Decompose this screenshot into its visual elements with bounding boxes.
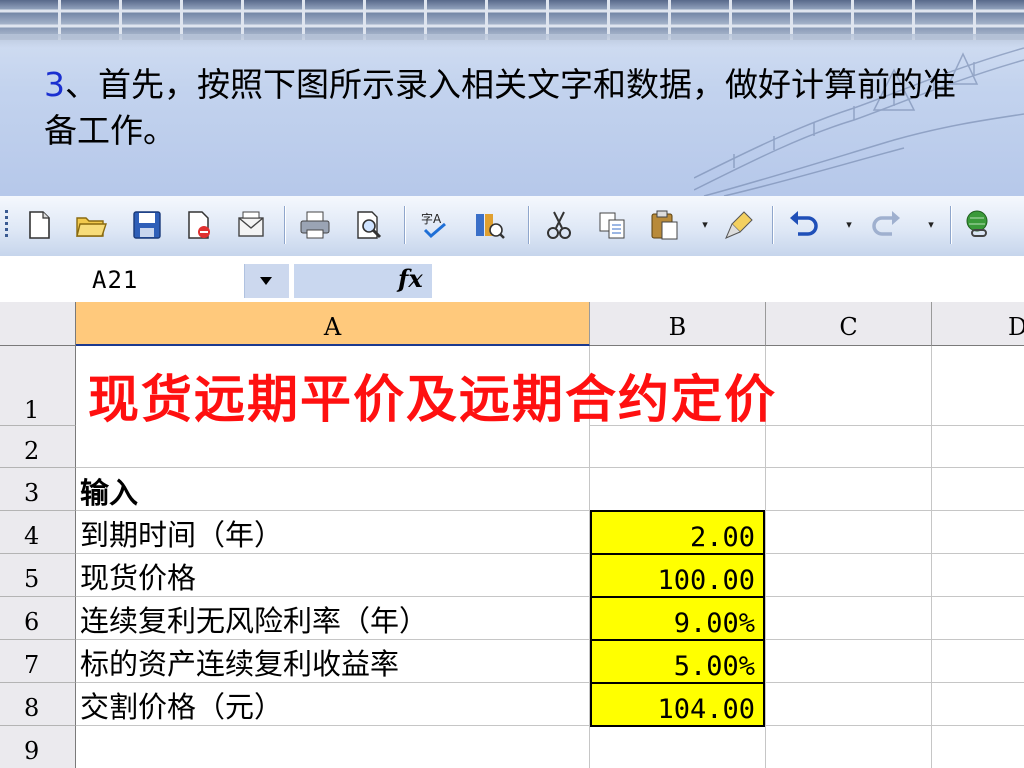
redo-icon[interactable] <box>870 208 904 242</box>
cell-a3-section-label[interactable]: 输入 <box>80 470 138 512</box>
undo-dropdown[interactable]: ▾ <box>842 208 856 242</box>
column-header-d[interactable]: D <box>932 302 1024 346</box>
row-header-7[interactable]: 7 <box>0 640 76 683</box>
format-painter-icon[interactable] <box>722 208 756 242</box>
gridline <box>931 346 932 768</box>
name-box-value: A21 <box>92 266 139 294</box>
row-header-2[interactable]: 2 <box>0 426 76 468</box>
gridline <box>76 510 1024 511</box>
cut-icon[interactable] <box>542 208 576 242</box>
chevron-down-icon <box>260 277 272 285</box>
print-preview-icon[interactable] <box>352 208 386 242</box>
cell-a8-label[interactable]: 交割价格（元） <box>80 684 283 726</box>
gridline <box>76 467 1024 468</box>
cell-a6-label[interactable]: 连续复利无风险利率（年） <box>80 598 428 640</box>
row-header-1[interactable]: 1 <box>0 346 76 426</box>
cell-b6-value[interactable]: 9.00% <box>590 596 765 641</box>
step-number: 3 <box>44 65 65 104</box>
print-icon[interactable] <box>298 208 332 242</box>
formula-bar: A21 fx <box>0 256 1024 304</box>
row-header-5[interactable]: 5 <box>0 554 76 597</box>
save-icon[interactable] <box>130 208 164 242</box>
cell-a7-label[interactable]: 标的资产连续复利收益率 <box>80 641 399 683</box>
toolbar-separator <box>772 206 774 244</box>
toolbar-separator <box>284 206 286 244</box>
hyperlink-icon[interactable] <box>962 208 996 242</box>
column-header-c[interactable]: C <box>766 302 932 346</box>
toolbar-separator <box>528 206 530 244</box>
open-folder-icon[interactable] <box>74 208 108 242</box>
svg-text:字A: 字A <box>421 211 442 226</box>
cell-a5-label[interactable]: 现货价格 <box>80 555 196 597</box>
toolbar-separator <box>950 206 952 244</box>
cell-a4-label[interactable]: 到期时间（年） <box>80 512 283 554</box>
email-icon[interactable] <box>234 208 268 242</box>
cell-a1-title[interactable]: 现货远期平价及远期合约定价 <box>88 358 777 432</box>
cell-b4-value[interactable]: 2.00 <box>590 510 765 555</box>
permission-icon[interactable] <box>182 208 216 242</box>
redo-dropdown[interactable]: ▾ <box>924 208 938 242</box>
worksheet-grid: A B C D 1 2 3 4 5 6 7 8 9 现货远期平价及远期合约定价 … <box>0 302 1024 768</box>
row-header-8[interactable]: 8 <box>0 683 76 726</box>
instruction-text: 、首先，按照下图所示录入相关文字和数据，做好计算前的准备工作。 <box>44 65 956 150</box>
slide-header: 3、首先，按照下图所示录入相关文字和数据，做好计算前的准备工作。 <box>0 0 1024 196</box>
insert-function-button[interactable]: fx <box>294 264 432 298</box>
row-header-6[interactable]: 6 <box>0 597 76 640</box>
formula-input[interactable] <box>432 264 1024 298</box>
toolbar-separator <box>404 206 406 244</box>
cell-b7-value[interactable]: 5.00% <box>590 639 765 684</box>
cell-b8-value[interactable]: 104.00 <box>590 682 765 727</box>
spelling-icon[interactable]: 字A <box>418 208 452 242</box>
name-box[interactable]: A21 <box>0 264 244 298</box>
slide-instruction: 3、首先，按照下图所示录入相关文字和数据，做好计算前的准备工作。 <box>44 62 984 154</box>
paste-icon[interactable] <box>648 208 682 242</box>
row-header-3[interactable]: 3 <box>0 468 76 511</box>
research-icon[interactable] <box>472 208 506 242</box>
paste-options-dropdown[interactable]: ▾ <box>698 208 712 242</box>
column-header-b[interactable]: B <box>590 302 766 346</box>
standard-toolbar: 字A ▾ ▾ ▾ <box>0 196 1024 257</box>
new-document-icon[interactable] <box>22 208 56 242</box>
row-header-9[interactable]: 9 <box>0 726 76 768</box>
cell-b5-value[interactable]: 100.00 <box>590 553 765 598</box>
gridline <box>76 596 1024 597</box>
fx-icon: fx <box>398 264 423 293</box>
select-all-corner[interactable] <box>0 302 76 346</box>
undo-icon[interactable] <box>786 208 820 242</box>
toolbar-grip[interactable] <box>5 210 8 240</box>
column-header-a[interactable]: A <box>76 302 590 346</box>
copy-icon[interactable] <box>596 208 630 242</box>
name-box-dropdown[interactable] <box>244 264 289 298</box>
row-header-4[interactable]: 4 <box>0 511 76 554</box>
